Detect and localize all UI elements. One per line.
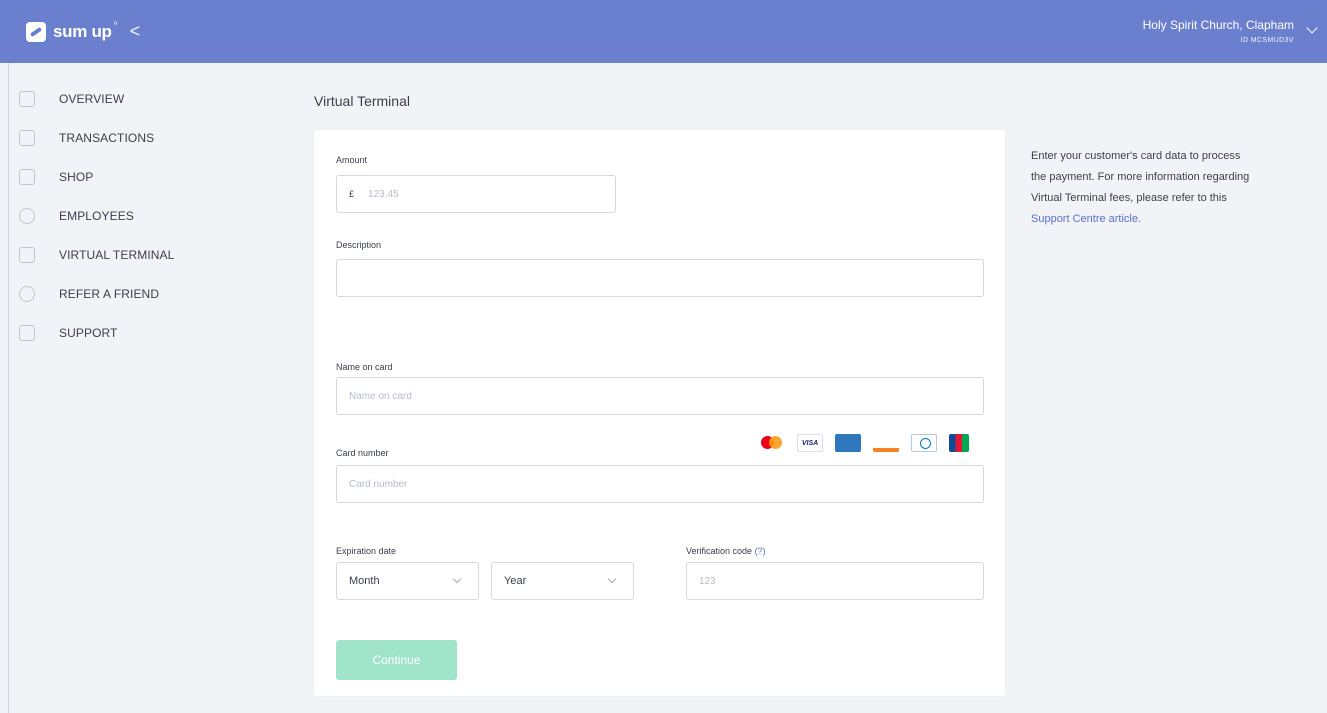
info-text: Enter your customer's card data to proce… [1031, 146, 1256, 230]
sidebar-item-label: EMPLOYEES [59, 209, 134, 223]
name-on-card-input[interactable]: Name on card [336, 377, 984, 415]
employees-icon [19, 208, 35, 224]
discover-icon [873, 434, 899, 452]
amount-placeholder: 123.45 [368, 188, 399, 200]
description-input[interactable] [336, 259, 984, 297]
amount-input[interactable]: £ 123.45 [336, 175, 616, 213]
verification-help-link[interactable]: (?) [755, 546, 766, 556]
support-centre-link[interactable]: Support Centre article. [1031, 213, 1141, 225]
merchant-account[interactable]: Holy Spirit Church, Clapham ID MCSMUD3V [1143, 18, 1294, 44]
sidebar-item-label: OVERVIEW [59, 92, 125, 106]
sidebar-item-label: SHOP [59, 170, 94, 184]
overview-icon [19, 91, 35, 107]
sidebar-item-support[interactable]: SUPPORT [19, 322, 118, 344]
info-body: Enter your customer's card data to proce… [1031, 150, 1250, 204]
month-select[interactable]: Month [336, 562, 479, 600]
verification-label: Verification code (?) [686, 546, 766, 556]
amex-icon [835, 434, 861, 452]
logo-sup: ° [113, 21, 118, 32]
continue-button[interactable]: Continue [336, 640, 457, 680]
card-number-placeholder: Card number [349, 478, 408, 490]
transactions-icon [19, 130, 35, 146]
sumup-logo[interactable]: sum up ° < [26, 21, 140, 42]
name-on-card-label: Name on card [336, 362, 393, 372]
currency-symbol: £ [349, 189, 355, 199]
sidebar-item-transactions[interactable]: TRANSACTIONS [19, 127, 154, 149]
refer-icon [19, 286, 35, 302]
support-icon [19, 325, 35, 341]
expiration-label: Expiration date [336, 546, 397, 556]
collapse-sidebar-button[interactable]: < [130, 21, 141, 42]
amount-label: Amount [336, 155, 368, 165]
month-value: Month [349, 575, 380, 587]
sidebar-item-label: SUPPORT [59, 326, 118, 340]
visa-icon: VISA [797, 434, 823, 452]
diners-icon [911, 434, 937, 452]
sidebar-item-virtual-terminal[interactable]: VIRTUAL TERMINAL [19, 244, 174, 266]
verification-code-input[interactable]: 123 [686, 562, 984, 600]
shop-icon [19, 169, 35, 185]
sidebar-item-shop[interactable]: SHOP [19, 166, 93, 188]
chevron-down-icon [452, 574, 462, 584]
year-value: Year [504, 575, 527, 587]
sidebar-item-refer-a-friend[interactable]: REFER A FRIEND [19, 283, 159, 305]
verification-placeholder: 123 [699, 575, 716, 587]
sidebar-item-employees[interactable]: EMPLOYEES [19, 205, 134, 227]
card-number-label: Card number [336, 448, 389, 458]
merchant-name: Holy Spirit Church, Clapham [1142, 18, 1294, 32]
chevron-down-icon[interactable] [1306, 22, 1318, 34]
top-bar: sum up ° < Holy Spirit Church, Clapham I… [0, 0, 1327, 63]
merchant-id: ID MCSMUD3V [1240, 37, 1294, 44]
sidebar: OVERVIEW TRANSACTIONS SHOP EMPLOYEES VIR… [8, 63, 214, 713]
card-number-input[interactable]: Card number [336, 465, 984, 503]
jcb-icon [949, 434, 969, 452]
year-select[interactable]: Year [491, 562, 634, 600]
sidebar-item-overview[interactable]: OVERVIEW [19, 88, 124, 110]
virtual-terminal-icon [19, 247, 35, 263]
accepted-cards: VISA [759, 434, 969, 452]
description-label: Description [336, 240, 382, 250]
page-title: Virtual Terminal [314, 93, 410, 109]
verification-label-text: Verification code [686, 546, 753, 556]
sidebar-item-label: VIRTUAL TERMINAL [59, 248, 175, 262]
mastercard-icon [759, 434, 785, 452]
sumup-logo-icon [26, 21, 46, 42]
sidebar-item-label: TRANSACTIONS [59, 131, 155, 145]
sidebar-item-label: REFER A FRIEND [59, 287, 160, 301]
logo-text: sum up [53, 21, 112, 41]
name-on-card-placeholder: Name on card [349, 390, 412, 402]
chevron-down-icon [607, 574, 617, 584]
